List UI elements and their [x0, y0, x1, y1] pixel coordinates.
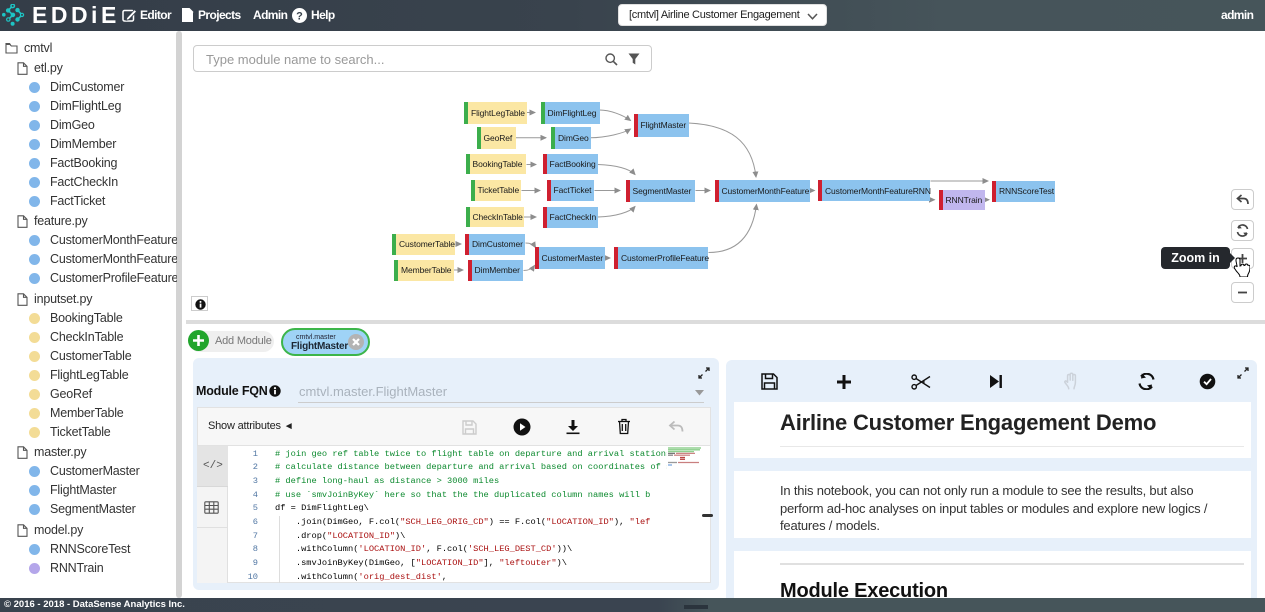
svg-text:?: ?: [296, 10, 303, 22]
